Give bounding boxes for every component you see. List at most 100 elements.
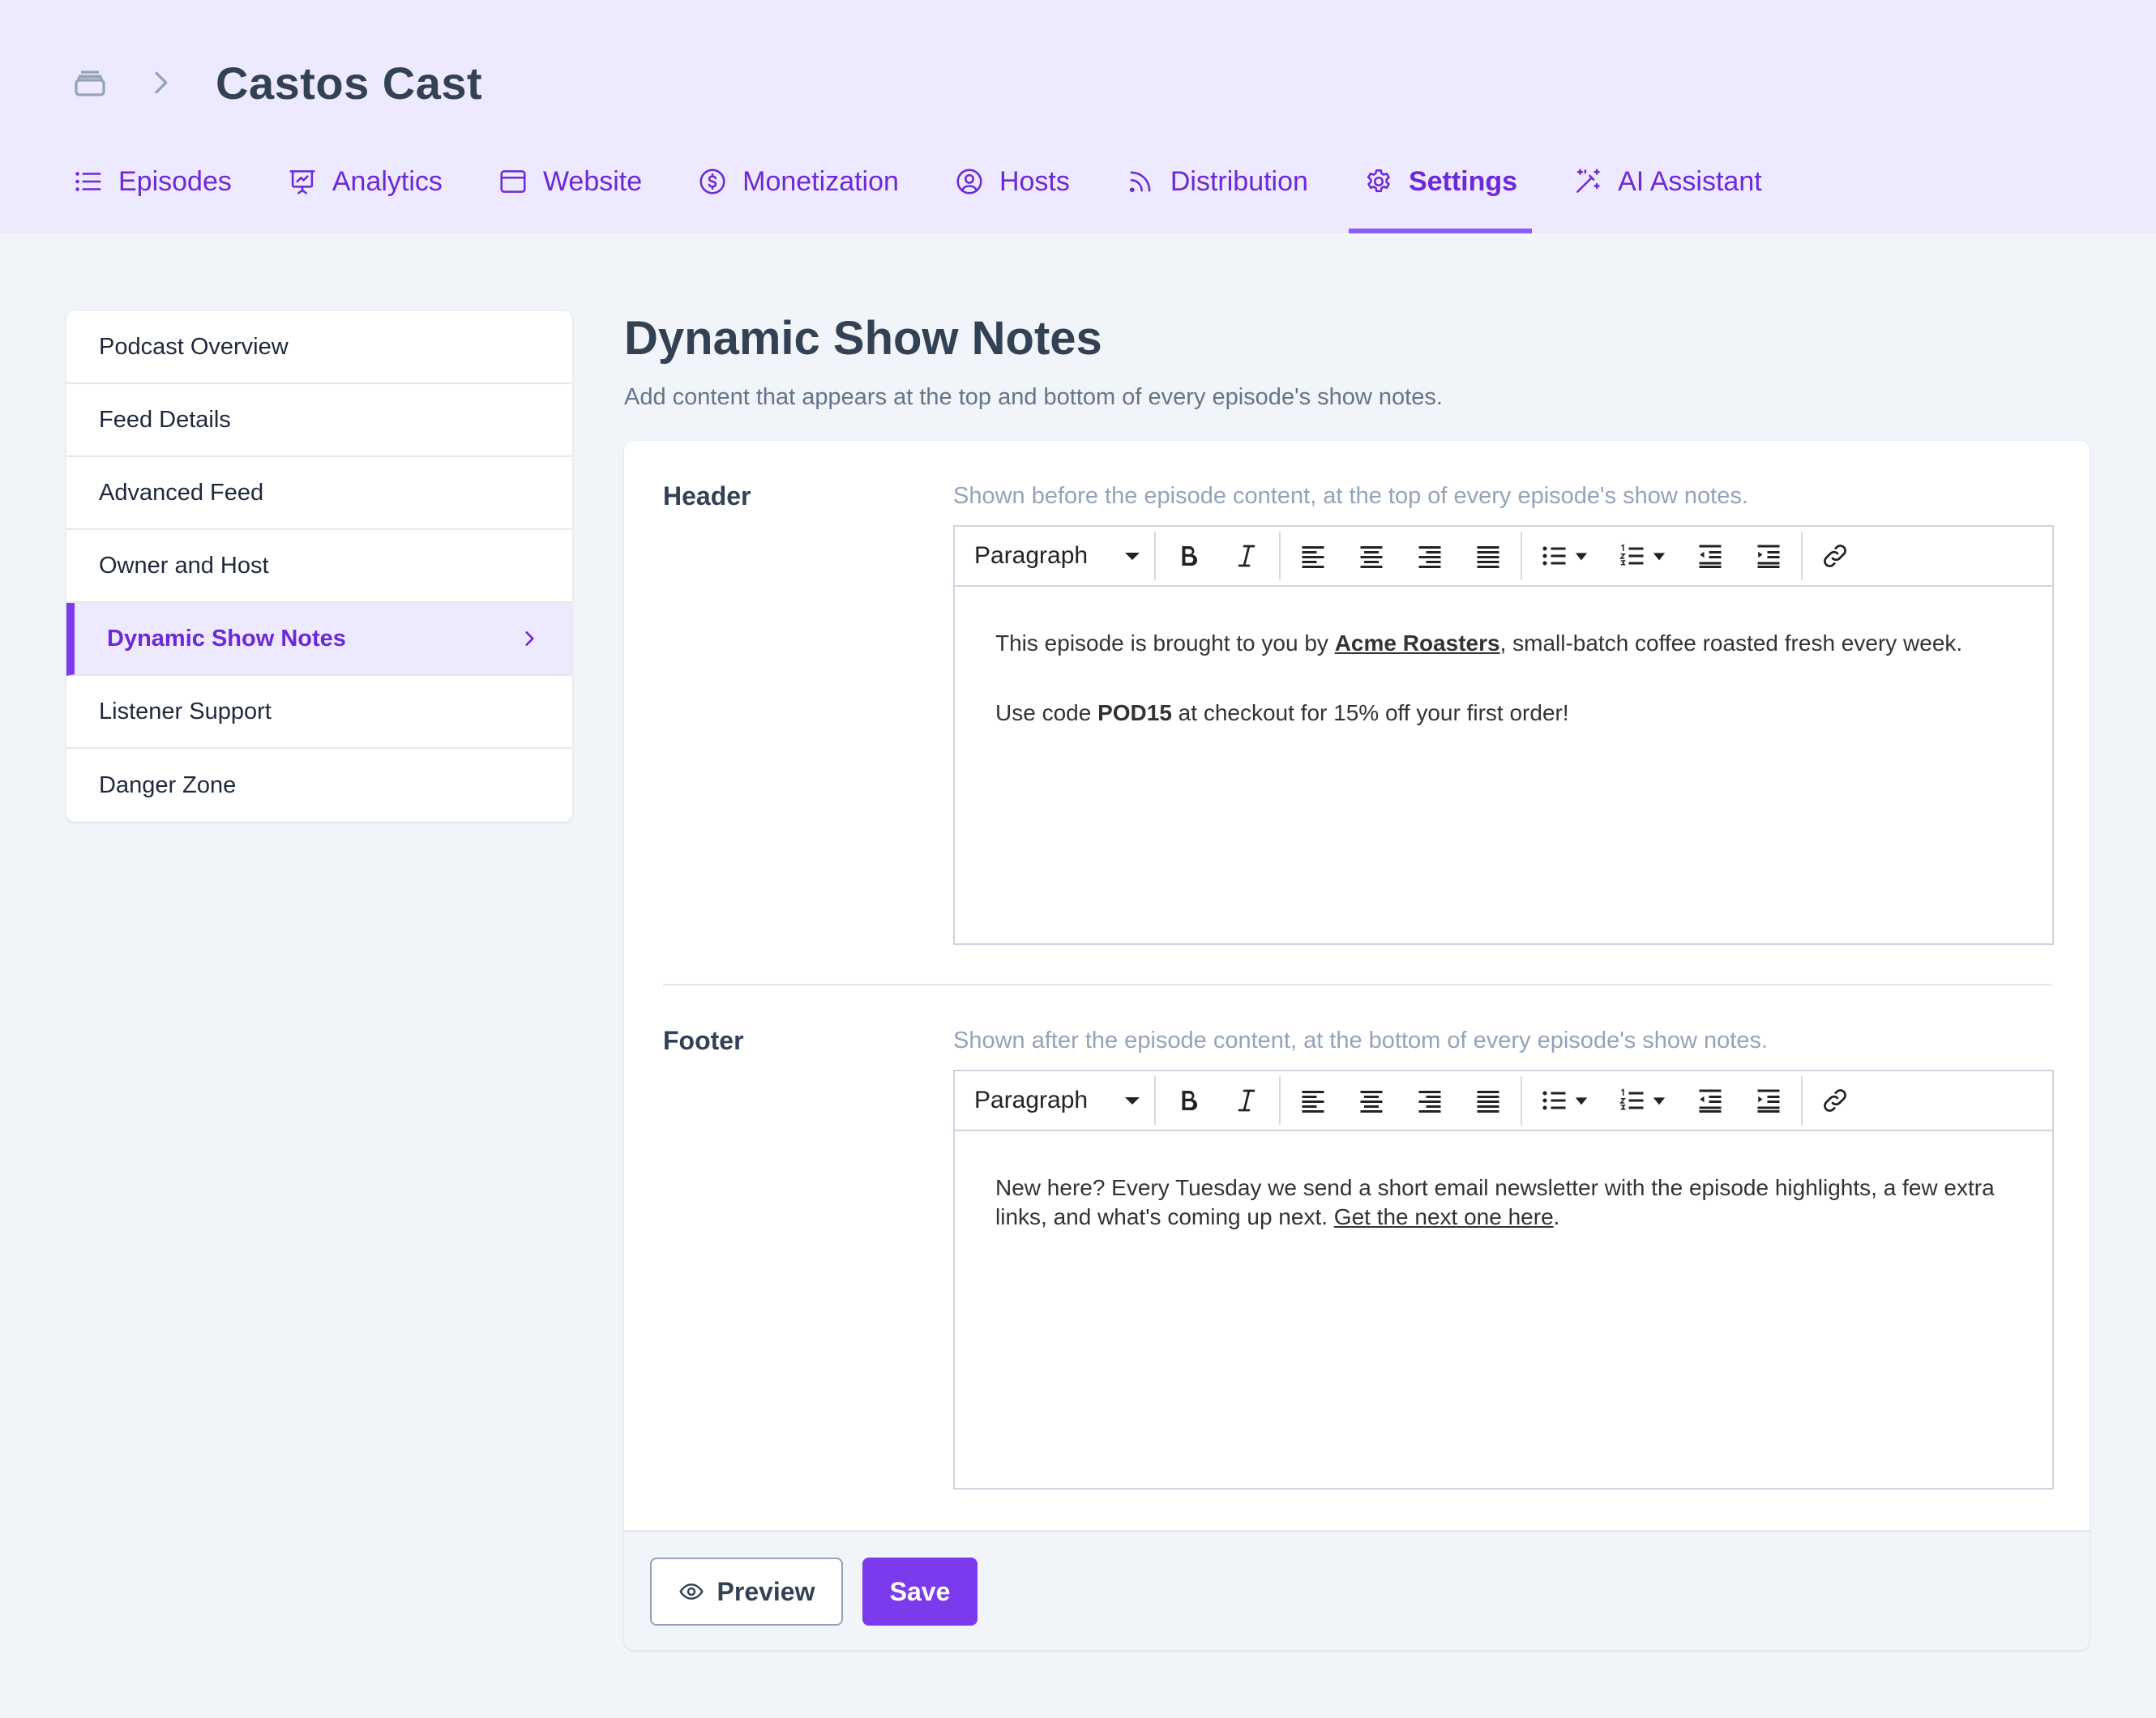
footer-editor: Paragraph New here? Every Tuesday we sen…: [953, 1070, 2054, 1489]
sidebar-item-advanced-feed[interactable]: Advanced Feed: [66, 457, 572, 530]
header-editor: Paragraph This episode is brought to you…: [953, 525, 2054, 945]
tab-analytics[interactable]: Analytics: [272, 146, 457, 217]
align-justify-icon: [1477, 1091, 1499, 1113]
header-paragraph-1: This episode is brought to you by Acme R…: [995, 629, 2012, 658]
header-label: Header: [663, 481, 751, 511]
bullet-list-icon: [1542, 546, 1566, 566]
link-icon: [1824, 545, 1846, 567]
promo-code: POD15: [1097, 700, 1172, 725]
align-left-button[interactable]: [1284, 532, 1342, 580]
list-icon: [75, 172, 101, 191]
align-center-icon: [1360, 1091, 1383, 1113]
bold-icon: [1182, 1091, 1198, 1111]
tab-label: Episodes: [118, 165, 232, 197]
text-run: This episode is brought to you by: [995, 630, 1335, 656]
text-run: at checkout for 15% off your first order…: [1171, 700, 1569, 725]
outdent-icon: [1699, 1089, 1722, 1113]
indent-icon: [1757, 1089, 1780, 1113]
indent-button[interactable]: [1739, 532, 1798, 580]
sidebar-item-label: Advanced Feed: [99, 479, 264, 506]
sponsor-link[interactable]: Acme Roasters: [1335, 630, 1500, 656]
numbered-list-button[interactable]: [1603, 532, 1681, 580]
insert-link-button[interactable]: [1806, 1076, 1864, 1125]
outdent-button[interactable]: [1681, 532, 1739, 580]
bullet-list-icon: [1542, 1091, 1566, 1110]
caret-down-icon: [1125, 1096, 1140, 1105]
save-button[interactable]: Save: [862, 1558, 977, 1626]
tab-distribution[interactable]: Distribution: [1110, 146, 1323, 217]
show-notes-card: Header Shown before the episode content,…: [624, 441, 2090, 1650]
bullet-list-button[interactable]: [1525, 1076, 1603, 1125]
italic-icon: [1238, 545, 1256, 567]
dollar-circle-icon: [699, 169, 725, 194]
numbered-list-button[interactable]: [1603, 1076, 1681, 1125]
numbered-list-icon: [1619, 544, 1644, 566]
bold-icon: [1182, 546, 1198, 566]
top-bar: Castos Cast Episodes Analytics Website M…: [0, 0, 2156, 233]
settings-sidebar: Podcast Overview Feed Details Advanced F…: [66, 311, 572, 822]
insert-link-button[interactable]: [1806, 532, 1864, 580]
preview-button-label: Preview: [717, 1576, 815, 1606]
italic-icon: [1238, 1089, 1256, 1112]
chevron-right-icon: [144, 62, 177, 103]
header-editor-content[interactable]: This episode is brought to you by Acme R…: [955, 587, 2052, 810]
tab-settings[interactable]: Settings: [1348, 146, 1533, 233]
block-format-select[interactable]: Paragraph: [963, 532, 1151, 580]
sidebar-item-label: Listener Support: [99, 698, 272, 724]
sidebar-item-label: Feed Details: [99, 406, 231, 433]
align-right-icon: [1418, 546, 1441, 568]
podcasts-home-icon[interactable]: [70, 62, 110, 103]
toolbar-divider: [1279, 1076, 1281, 1125]
indent-button[interactable]: [1739, 1076, 1798, 1125]
tab-website[interactable]: Website: [483, 146, 657, 217]
tab-label: Website: [542, 165, 643, 197]
bullet-list-button[interactable]: [1525, 532, 1603, 580]
breadcrumb: Castos Cast: [70, 50, 482, 115]
eye-icon: [678, 1583, 704, 1600]
bold-button[interactable]: [1159, 1076, 1217, 1125]
tab-label: Analytics: [332, 165, 443, 197]
editor-toolbar: Paragraph: [955, 527, 2052, 587]
toolbar-divider: [1801, 1076, 1803, 1125]
footer-editor-content[interactable]: New here? Every Tuesday we send a short …: [955, 1131, 2052, 1314]
align-right-icon: [1418, 1091, 1441, 1113]
tab-monetization[interactable]: Monetization: [682, 146, 913, 217]
chevron-right-icon: [525, 631, 534, 646]
sidebar-item-dynamic-show-notes[interactable]: Dynamic Show Notes: [66, 603, 572, 676]
italic-button[interactable]: [1217, 532, 1276, 580]
sidebar-item-feed-details[interactable]: Feed Details: [66, 384, 572, 457]
align-right-button[interactable]: [1401, 532, 1459, 580]
sidebar-item-podcast-overview[interactable]: Podcast Overview: [66, 311, 572, 384]
italic-button[interactable]: [1217, 1076, 1276, 1125]
justify-button[interactable]: [1459, 1076, 1517, 1125]
align-justify-icon: [1477, 546, 1499, 568]
tab-episodes[interactable]: Episodes: [58, 146, 246, 217]
tab-label: Settings: [1408, 165, 1518, 197]
form-actions-bar: Preview Save: [624, 1530, 2090, 1650]
block-format-value: Paragraph: [974, 542, 1089, 569]
sidebar-item-owner-and-host[interactable]: Owner and Host: [66, 530, 572, 603]
presentation-chart-icon: [289, 170, 315, 194]
sidebar-item-danger-zone[interactable]: Danger Zone: [66, 749, 572, 822]
justify-button[interactable]: [1459, 532, 1517, 580]
outdent-button[interactable]: [1681, 1076, 1739, 1125]
sidebar-item-label: Dynamic Show Notes: [107, 625, 346, 652]
sidebar-item-listener-support[interactable]: Listener Support: [66, 676, 572, 749]
outdent-icon: [1699, 545, 1722, 568]
caret-down-icon: [1575, 553, 1588, 561]
newsletter-link[interactable]: Get the next one here: [1334, 1204, 1554, 1229]
tab-hosts[interactable]: Hosts: [939, 146, 1084, 217]
align-center-button[interactable]: [1342, 532, 1401, 580]
tab-label: Distribution: [1170, 165, 1308, 197]
block-format-value: Paragraph: [974, 1087, 1089, 1113]
preview-button[interactable]: Preview: [650, 1558, 843, 1626]
align-left-icon: [1302, 546, 1324, 568]
block-format-select[interactable]: Paragraph: [963, 1076, 1151, 1125]
align-left-button[interactable]: [1284, 1076, 1342, 1125]
bold-button[interactable]: [1159, 532, 1217, 580]
align-right-button[interactable]: [1401, 1076, 1459, 1125]
align-center-button[interactable]: [1342, 1076, 1401, 1125]
browser-window-icon: [500, 170, 526, 193]
tab-ai-assistant[interactable]: AI Assistant: [1558, 146, 1777, 217]
section-subtitle: Add content that appears at the top and …: [624, 384, 1443, 410]
